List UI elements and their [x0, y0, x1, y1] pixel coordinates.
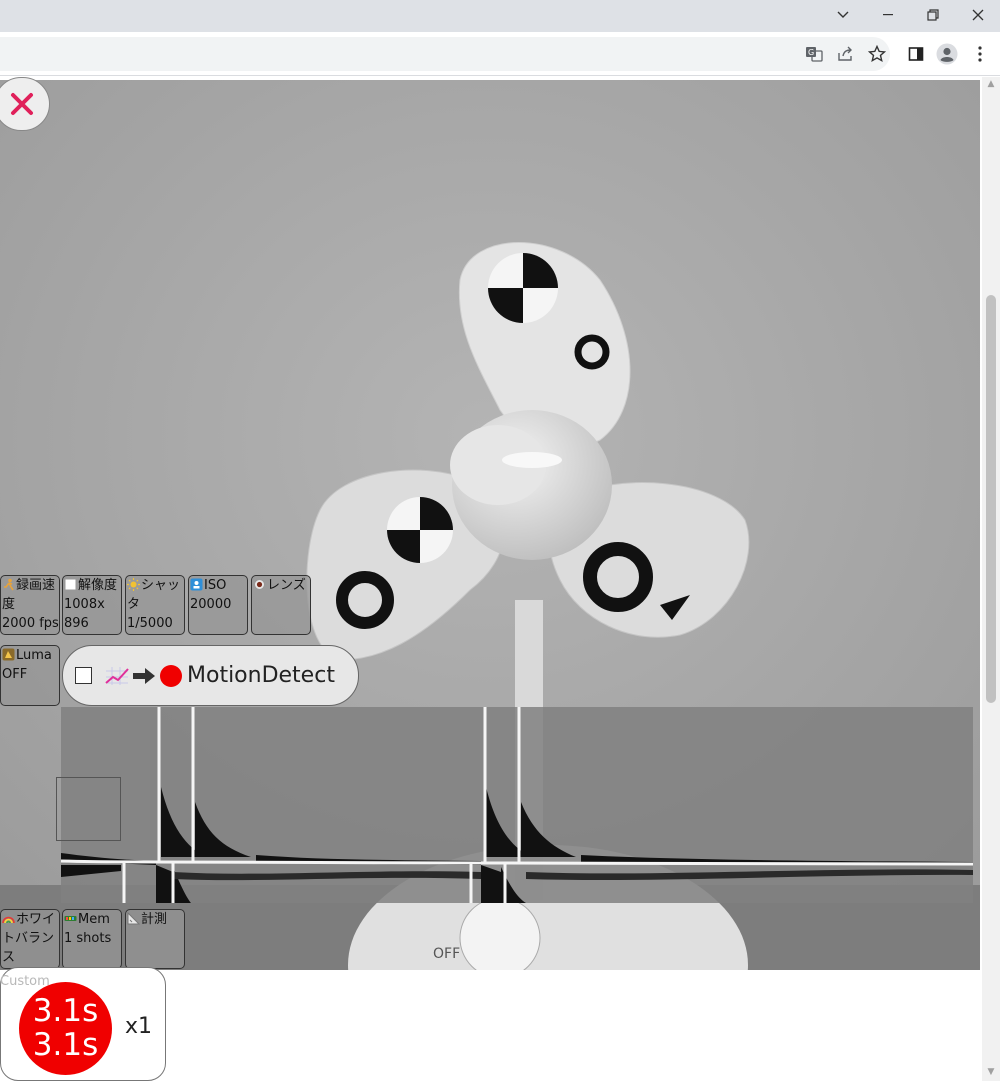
- selection-box[interactable]: [56, 777, 121, 841]
- chevron-down-icon[interactable]: [820, 0, 866, 30]
- arrow-right-icon: [133, 667, 155, 684]
- shutter-button[interactable]: シャッタ 1/5000 200us: [125, 575, 185, 635]
- rainbow-icon: [2, 916, 15, 924]
- iso-icon: [190, 578, 203, 591]
- share-icon[interactable]: [833, 42, 857, 66]
- lens-label: レンズ: [267, 578, 306, 593]
- resolution-value: 1008x 896: [64, 597, 105, 631]
- motion-graph[interactable]: [60, 707, 974, 903]
- motion-detect-toggle[interactable]: MotionDetect: [62, 645, 359, 706]
- side-panel-icon[interactable]: [904, 42, 928, 66]
- record-button[interactable]: 3.1s 3.1s: [19, 982, 112, 1075]
- measure-button[interactable]: 計測: [125, 909, 185, 969]
- scroll-down-icon[interactable]: ▼: [986, 1067, 996, 1077]
- translate-icon[interactable]: G: [802, 42, 826, 66]
- record-time-line2: 3.1s: [32, 1027, 99, 1063]
- scroll-up-icon[interactable]: ▲: [986, 79, 996, 89]
- shutter-value: 1/5000 200us: [127, 616, 173, 631]
- fps-value: 2000 fps: [2, 616, 59, 631]
- memory-label: Mem: [78, 912, 110, 927]
- minimize-icon[interactable]: [865, 0, 911, 30]
- iso-label: ISO: [204, 578, 227, 593]
- frame-icon: [64, 578, 77, 591]
- fan-switch-text: OFF: [433, 946, 460, 962]
- record-dot-icon: [160, 664, 182, 687]
- record-time-line1: 3.1s: [32, 993, 99, 1029]
- restore-icon[interactable]: [910, 0, 956, 30]
- resolution-button[interactable]: 解像度 1008x 896: [62, 575, 122, 635]
- measure-label: 計測: [141, 912, 168, 927]
- svg-text:G: G: [808, 48, 814, 57]
- resolution-label: 解像度: [78, 578, 118, 593]
- graph-icon: [105, 666, 129, 685]
- sun-icon: [127, 578, 140, 591]
- profile-icon[interactable]: [935, 42, 959, 66]
- memory-icon: [64, 916, 77, 921]
- fps-button[interactable]: 録画速度 2000 fps: [0, 575, 60, 635]
- luma-value: OFF: [2, 667, 28, 682]
- luma-label: Luma: [16, 648, 52, 663]
- page-scrollbar[interactable]: ▲ ▼: [982, 77, 1000, 1081]
- lens-icon: [254, 579, 265, 590]
- white-balance-button[interactable]: ホワイトバランス: [0, 909, 60, 969]
- motion-detect-checkbox[interactable]: [75, 667, 92, 684]
- memory-value: 1 shots: [64, 931, 112, 946]
- iso-value: 20000: [190, 597, 232, 612]
- close-x-icon: [11, 93, 33, 115]
- scroll-thumb[interactable]: [986, 295, 996, 703]
- record-multiplier[interactable]: x1: [125, 1014, 152, 1039]
- lens-button[interactable]: レンズ: [251, 575, 311, 635]
- luma-icon: [2, 648, 15, 661]
- motion-detect-label: MotionDetect: [187, 663, 335, 688]
- star-icon[interactable]: [865, 42, 889, 66]
- menu-icon[interactable]: [968, 42, 992, 66]
- memory-button[interactable]: Mem 1 shots: [62, 909, 122, 969]
- close-icon[interactable]: [955, 0, 1000, 30]
- iso-button[interactable]: ISO 20000: [188, 575, 248, 635]
- browser-toolbar: G: [0, 32, 1000, 76]
- address-bar[interactable]: [0, 37, 890, 71]
- ruler-icon: [127, 912, 140, 925]
- browser-titlebar: [0, 0, 1000, 32]
- runner-icon: [4, 578, 14, 591]
- page-content: OFF ▲ ▼ 録画速度 2000 fps 解像度 1008x 896 シャッタ…: [0, 77, 1000, 1081]
- luma-button[interactable]: Luma OFF: [0, 645, 60, 706]
